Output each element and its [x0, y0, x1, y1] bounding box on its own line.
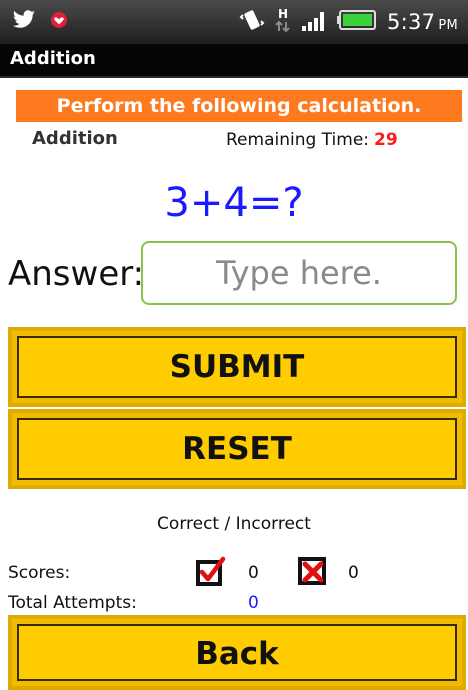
battery-icon — [336, 9, 377, 35]
total-attempts-label: Total Attempts: — [8, 593, 137, 613]
hspa-data-icon: H — [275, 7, 291, 37]
twitter-icon — [12, 10, 36, 34]
incorrect-count: 0 — [348, 563, 359, 583]
notification-icon — [50, 11, 68, 33]
correct-incorrect-header: Correct / Incorrect — [157, 514, 311, 534]
remaining-time: Remaining Time: 29 — [226, 130, 398, 150]
mode-label: Addition — [32, 128, 118, 149]
correct-count: 0 — [248, 563, 259, 583]
answer-input[interactable] — [141, 241, 457, 305]
signal-icon — [301, 9, 327, 35]
submit-button[interactable]: SUBMIT — [8, 327, 466, 407]
status-clock: 5:37 PM — [387, 10, 458, 34]
title-bar: Addition — [0, 44, 468, 78]
reset-button[interactable]: RESET — [8, 409, 466, 489]
status-right-icons: H 5:37 PM — [239, 6, 458, 38]
question-text: 3+4=? — [164, 180, 304, 226]
back-button[interactable]: Back — [8, 615, 466, 690]
app-title: Addition — [10, 48, 96, 69]
instruction-banner: Perform the following calculation. — [16, 90, 462, 122]
vibrate-icon — [239, 8, 265, 36]
incorrect-checkbox-icon — [298, 555, 328, 585]
status-left-icons — [12, 6, 68, 38]
status-bar: H 5:37 PM — [0, 0, 468, 44]
remaining-time-label: Remaining Time: — [226, 130, 370, 150]
scores-label: Scores: — [8, 563, 71, 583]
svg-text:H: H — [278, 7, 288, 21]
answer-label: Answer: — [8, 254, 145, 294]
correct-checkbox-icon — [196, 556, 226, 586]
remaining-time-value: 29 — [374, 130, 398, 150]
status-ampm: PM — [438, 18, 458, 33]
status-time: 5:37 — [386, 10, 436, 34]
total-attempts-count: 0 — [248, 593, 259, 613]
